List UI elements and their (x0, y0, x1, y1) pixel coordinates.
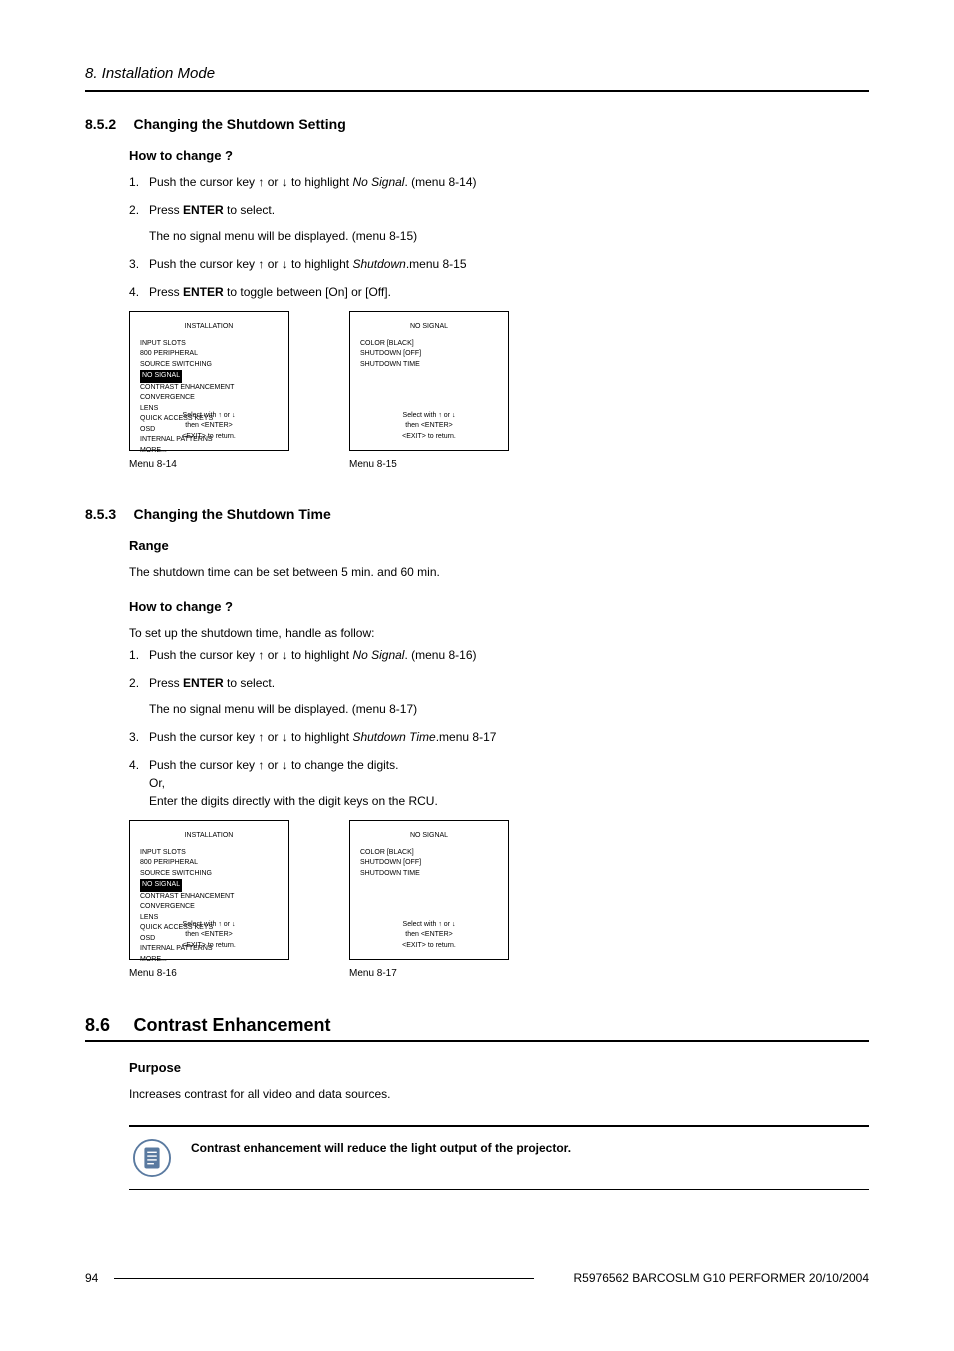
howto-heading: How to change ? (129, 148, 869, 163)
section-number: 8.5.3 (85, 506, 129, 522)
menu-item: SOURCE SWITCHING (140, 869, 278, 880)
steps-list: Push the cursor key ↑ or ↓ to highlight … (129, 646, 869, 810)
purpose-text: Increases contrast for all video and dat… (129, 1085, 869, 1103)
menu-item: NO SIGNAL (140, 370, 182, 383)
menu-8-14-caption: Menu 8-14 (129, 459, 289, 470)
step-4: Push the cursor key ↑ or ↓ to change the… (129, 756, 869, 810)
purpose-heading: Purpose (129, 1060, 869, 1075)
step-1: Push the cursor key ↑ or ↓ to highlight … (129, 173, 869, 191)
menu-8-17-box: NO SIGNAL COLOR [BLACK]SHUTDOWN [OFF]SHU… (349, 820, 509, 960)
menu-8-17-caption: Menu 8-17 (349, 968, 509, 979)
step-4: Press ENTER to toggle between [On] or [O… (129, 283, 869, 301)
menu-item: COLOR [BLACK] (360, 848, 498, 859)
section-8-6: 8.6 Contrast Enhancement (85, 1015, 869, 1036)
step-2: Press ENTER to select. The no signal men… (129, 201, 869, 245)
section-title: Changing the Shutdown Time (133, 506, 330, 522)
steps-list: Push the cursor key ↑ or ↓ to highlight … (129, 173, 869, 301)
range-heading: Range (129, 538, 869, 553)
menu-item: SHUTDOWN TIME (360, 869, 498, 880)
menu-8-16-box: INSTALLATION INPUT SLOTS800 PERIPHERALSO… (129, 820, 289, 960)
intro-text: To set up the shutdown time, handle as f… (129, 624, 869, 642)
menu-8-16-caption: Menu 8-16 (129, 968, 289, 979)
menu-8-15-box: NO SIGNAL COLOR [BLACK]SHUTDOWN [OFF]SHU… (349, 311, 509, 451)
menu-item: MORE... (140, 446, 278, 457)
step-1: Push the cursor key ↑ or ↓ to highlight … (129, 646, 869, 664)
menu-item: CONTRAST ENHANCEMENT (140, 383, 278, 394)
menu-item: CONVERGENCE (140, 902, 278, 913)
menu-item: SHUTDOWN [OFF] (360, 349, 498, 360)
menu-8-14-box: INSTALLATION INPUT SLOTS800 PERIPHERALSO… (129, 311, 289, 451)
step-3: Push the cursor key ↑ or ↓ to highlight … (129, 255, 869, 273)
menu-item: CONVERGENCE (140, 393, 278, 404)
menu-item: COLOR [BLACK] (360, 339, 498, 350)
rule (85, 1040, 869, 1042)
note-text: Contrast enhancement will reduce the lig… (191, 1139, 571, 1155)
page-footer: 94 R5976562 BARCOSLM G10 PERFORMER 20/10… (85, 1271, 869, 1285)
doc-id: R5976562 BARCOSLM G10 PERFORMER 20/10/20… (574, 1271, 869, 1285)
menu-item: NO SIGNAL (140, 879, 182, 892)
menu-item: INPUT SLOTS (140, 339, 278, 350)
section-number: 8.5.2 (85, 116, 129, 132)
section-title: Contrast Enhancement (133, 1015, 330, 1036)
menu-item: 800 PERIPHERAL (140, 349, 278, 360)
step-2: Press ENTER to select. The no signal men… (129, 674, 869, 718)
menu-item: MORE... (140, 955, 278, 966)
rule (85, 90, 869, 92)
section-8-5-2: 8.5.2 Changing the Shutdown Setting (85, 116, 869, 134)
chapter-heading: 8. Installation Mode (85, 65, 869, 82)
menu-8-15-caption: Menu 8-15 (349, 459, 509, 470)
menu-figures-row: INSTALLATION INPUT SLOTS800 PERIPHERALSO… (129, 311, 869, 470)
menu-figures-row: INSTALLATION INPUT SLOTS800 PERIPHERALSO… (129, 820, 869, 979)
menu-item: SOURCE SWITCHING (140, 360, 278, 371)
menu-item: SHUTDOWN TIME (360, 360, 498, 371)
section-title: Changing the Shutdown Setting (133, 116, 345, 132)
menu-item: INPUT SLOTS (140, 848, 278, 859)
menu-item: 800 PERIPHERAL (140, 858, 278, 869)
page-number: 94 (85, 1271, 98, 1285)
document-icon (133, 1139, 171, 1177)
range-text: The shutdown time can be set between 5 m… (129, 563, 869, 581)
menu-item: SHUTDOWN [OFF] (360, 858, 498, 869)
note-block: Contrast enhancement will reduce the lig… (129, 1125, 869, 1190)
menu-item: CONTRAST ENHANCEMENT (140, 892, 278, 903)
howto-heading: How to change ? (129, 599, 869, 614)
step-3: Push the cursor key ↑ or ↓ to highlight … (129, 728, 869, 746)
section-number: 8.6 (85, 1015, 129, 1036)
section-8-5-3: 8.5.3 Changing the Shutdown Time (85, 506, 869, 524)
